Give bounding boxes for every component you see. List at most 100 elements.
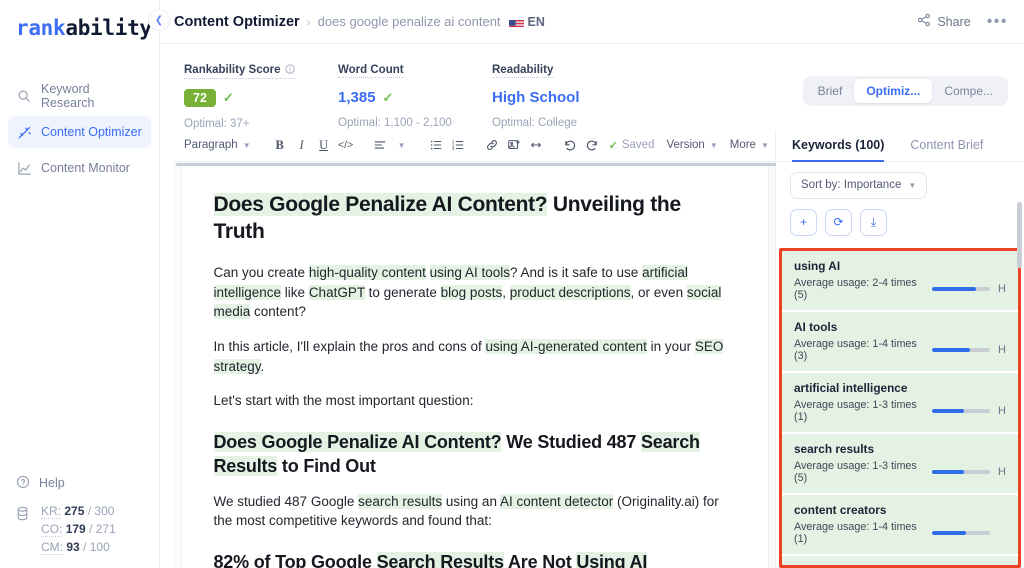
keyword-row[interactable]: AI tools Average usage: 1-4 times (3) H <box>782 311 1018 373</box>
redo-button[interactable] <box>581 133 603 157</box>
underline-button[interactable]: U <box>313 133 335 157</box>
version-label: Version <box>666 139 705 151</box>
help-button[interactable]: Help <box>8 468 151 498</box>
keyword-row[interactable]: using AI Average usage: 2-4 times (5) H <box>782 250 1018 312</box>
download-keywords-button[interactable]: ⤓ <box>860 208 887 236</box>
language-label[interactable]: EN <box>528 15 545 29</box>
sidebar-collapse-button[interactable]: ❮ <box>148 9 170 31</box>
tab-brief[interactable]: Brief <box>806 79 855 103</box>
add-keyword-button[interactable]: + <box>790 208 817 236</box>
keyword-highlight: search results <box>358 493 443 509</box>
keyword-highlight: AI content detector <box>499 493 614 509</box>
stat-subtext: Optimal: College <box>492 117 578 129</box>
align-button[interactable] <box>369 133 391 157</box>
keyword-heading-badge: H <box>998 282 1006 295</box>
panel-scrollbar[interactable] <box>1017 168 1022 358</box>
bullet-list-button[interactable] <box>425 133 447 157</box>
keyword-highlight: Search Results <box>376 551 504 568</box>
keyword-highlight: Using AI <box>576 551 647 568</box>
doc-text-run: 82% of Top Google <box>213 551 377 568</box>
search-icon <box>16 88 32 104</box>
tab-compete[interactable]: Compe... <box>932 79 1005 103</box>
block-format-dropdown[interactable]: Paragraph ▼ <box>178 139 257 151</box>
link-button[interactable] <box>481 133 503 157</box>
quota-block: KR: 275 / 300 CO: 179 / 271 CM: 93 / 100 <box>8 498 151 555</box>
top-bar: Content Optimizer › does google penalize… <box>160 0 1024 44</box>
top-bar-actions: Share ••• <box>917 13 1008 30</box>
document-body[interactable]: Does Google Penalize AI Content? Unveili… <box>181 166 768 568</box>
info-icon[interactable] <box>284 63 295 77</box>
left-sidebar: rankability ❮ Keyword Research Content O… <box>0 0 170 568</box>
check-icon: ✓ <box>608 139 618 152</box>
keyword-row[interactable]: blog postsAverage usage: 1-2 times (1) <box>782 555 1018 566</box>
stat-label-text: Readability <box>492 64 554 76</box>
scrollbar-thumb[interactable] <box>1017 201 1022 268</box>
quota-total: / 100 <box>83 540 110 554</box>
doc-heading[interactable]: Does Google Penalize AI Content? Unveili… <box>213 191 736 247</box>
database-icon <box>16 504 32 554</box>
keyword-progress-fill <box>932 530 966 535</box>
breadcrumb-leaf[interactable]: does google penalize ai content <box>318 14 501 29</box>
doc-heading[interactable]: Does Google Penalize AI Content? We Stud… <box>213 431 736 479</box>
quota-key: CM: <box>41 540 63 555</box>
keyword-name: blog posts <box>794 564 1006 566</box>
doc-paragraph[interactable]: Can you create high-quality content usin… <box>213 263 736 322</box>
stat-label-text: Rankability Score <box>184 64 281 76</box>
horizontal-rule-button[interactable] <box>525 133 547 157</box>
sidebar-item-content-monitor[interactable]: Content Monitor <box>8 152 151 184</box>
stat-rankability-score: Rankability Score 72 ✓ Optimal: 37+ <box>184 60 338 130</box>
quota-row-co: CO: 179 / 271 <box>41 522 116 537</box>
doc-paragraph[interactable]: We studied 487 Google search results usi… <box>214 492 736 531</box>
breadcrumb-root[interactable]: Content Optimizer <box>174 14 300 30</box>
doc-text-run: to generate <box>364 284 441 300</box>
scrollbar-thumb[interactable] <box>176 162 876 166</box>
quota-total: / 271 <box>89 522 116 536</box>
quota-row-cm: CM: 93 / 100 <box>41 540 116 555</box>
editor-horizontal-scrollbar[interactable] <box>174 161 876 167</box>
tab-keywords[interactable]: Keywords (100) <box>792 130 885 162</box>
sidebar-footer: Help KR: 275 / 300 CO: 179 / 271 CM: 93 … <box>0 468 159 568</box>
content-split: Paragraph ▼ B I U </> ▼ 1 2 3 ✓ Saved Ve… <box>160 129 1024 568</box>
quota-total: / 300 <box>87 504 115 518</box>
keyword-row[interactable]: search results Average usage: 1-3 times (… <box>782 433 1018 495</box>
stat-label: Rankability Score <box>184 63 295 79</box>
stat-readability: Readability High School Optimal: College <box>492 60 646 130</box>
keyword-meter: H <box>932 283 1006 295</box>
keyword-progress-bar <box>932 286 990 291</box>
document-editor: Paragraph ▼ B I U </> ▼ 1 2 3 ✓ Saved Ve… <box>174 129 876 568</box>
doc-paragraph[interactable]: In this article, I'll explain the pros a… <box>213 337 736 376</box>
version-dropdown[interactable]: Version ▼ <box>660 139 723 151</box>
stat-label: Readability <box>492 64 554 78</box>
share-button[interactable]: Share <box>917 13 971 30</box>
keyword-highlight: blog posts <box>440 284 503 300</box>
more-options-button[interactable]: ••• <box>987 13 1008 30</box>
keyword-row[interactable]: content creators Average usage: 1-4 times… <box>782 494 1018 556</box>
stat-value: High School <box>492 87 646 108</box>
keyword-heading-badge: H <box>998 404 1006 417</box>
numbered-list-button[interactable]: 123 <box>447 133 469 157</box>
doc-text-run: using an <box>442 493 500 509</box>
sort-by-dropdown[interactable]: Sort by: Importance ▼ <box>790 171 928 199</box>
tab-content-brief[interactable]: Content Brief <box>910 130 983 162</box>
tab-optimize[interactable]: Optimiz... <box>854 79 933 103</box>
keyword-highlight: product descriptions <box>509 284 631 300</box>
italic-button[interactable]: I <box>291 133 313 157</box>
doc-text-run: In this article, I'll explain the pros a… <box>213 339 486 355</box>
image-button[interactable] <box>503 133 525 157</box>
refresh-keywords-button[interactable]: ⟳ <box>825 208 852 236</box>
doc-heading[interactable]: 82% of Top Google Search Results Are Not… <box>214 551 736 568</box>
brand-logo[interactable]: rankability <box>0 0 159 40</box>
undo-button[interactable] <box>559 133 581 157</box>
document-scroll-area[interactable]: Does Google Penalize AI Content? Unveili… <box>174 166 775 568</box>
code-button[interactable]: </> <box>335 133 357 157</box>
keyword-progress-bar <box>932 347 990 352</box>
more-dropdown[interactable]: More ▼ <box>724 139 775 151</box>
sidebar-item-content-optimizer[interactable]: Content Optimizer <box>8 116 151 148</box>
keyword-row[interactable]: artificial intelligence Average usage: 1-… <box>782 372 1018 434</box>
doc-paragraph[interactable]: Let's start with the most important ques… <box>214 391 736 411</box>
chevron-down-icon[interactable]: ▼ <box>391 133 413 157</box>
doc-text-run: in your <box>646 339 695 355</box>
bold-button[interactable]: B <box>269 133 291 157</box>
sidebar-item-keyword-research[interactable]: Keyword Research <box>8 80 151 112</box>
quota-key: KR: <box>41 504 62 519</box>
